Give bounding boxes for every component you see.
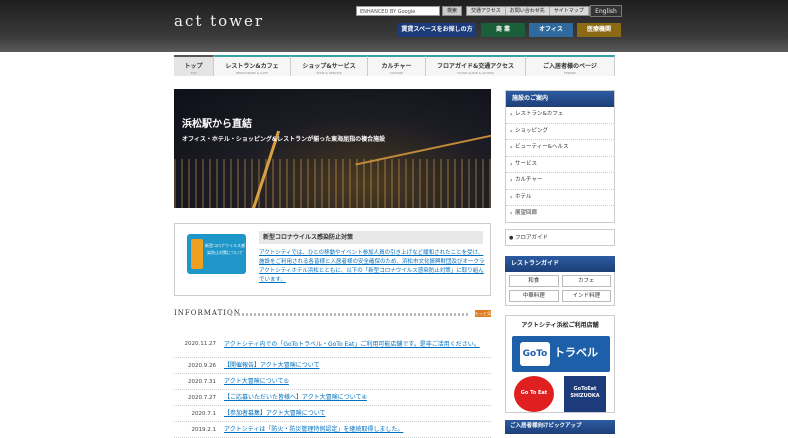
news-link[interactable]: 【参加者募集】アクト大冒険について [224, 409, 491, 418]
facility-restaurant[interactable]: レストラン&カフェ [506, 107, 614, 124]
news-date: 2020.9.26 [188, 362, 216, 369]
news-date: 2020.7.31 [188, 378, 216, 385]
facility-culture[interactable]: カルチャー [506, 173, 614, 190]
nav-label: トップ [184, 63, 203, 70]
restaurant-grid: 和食 カフェ 中華料理 インド料理 [505, 272, 615, 306]
office-button[interactable]: オフィス [529, 23, 573, 37]
restaurant-indian[interactable]: インド料理 [561, 290, 611, 302]
goto-banner[interactable]: アクトシティ浜松ご利用店舗 GoTo トラベル Go To Eat GoToEa… [505, 315, 615, 413]
nav-label: フロアガイド&交通アクセス [437, 63, 514, 70]
restaurant-heading: レストランガイド [505, 256, 615, 272]
covid-notice-title: 新型コロナウイルス感染防止対策 [259, 231, 483, 244]
hero-title: 浜松駅から直結 [182, 119, 252, 130]
main-nav: トップ TOP レストラン&カフェ RESTAURANT & CAFE ショップ… [174, 55, 615, 76]
nav-label: ショップ&サービス [302, 63, 356, 70]
commercial-button[interactable]: 商 業 [481, 23, 525, 37]
goto-heading: アクトシティ浜松ご利用店舗 [521, 322, 599, 329]
restaurant-cafe[interactable]: カフェ [561, 275, 611, 287]
site-logo[interactable]: act tower [174, 12, 264, 30]
city-lights [174, 159, 491, 208]
nav-culture[interactable]: カルチャー CULTURE [368, 55, 426, 76]
nav-top[interactable]: トップ TOP [174, 55, 214, 76]
covid-notice-image[interactable]: 新型コロナウイルス感染防止対策について [187, 234, 246, 274]
smartphone-icon [191, 239, 203, 269]
facility-observatory[interactable]: 展望回廊 [506, 206, 614, 222]
covid-notice-link[interactable]: アクトシティでは、ひとの移動やイベント参加人員の引き上げなど緩和されたことを受け… [259, 249, 485, 285]
floor-guide-link[interactable]: フロアガイド [505, 229, 615, 246]
restaurant-chinese[interactable]: 中華料理 [509, 290, 559, 302]
restaurant-guide: レストランガイド 和食 カフェ 中華料理 インド料理 [505, 256, 615, 306]
news-date: 2020.7.1 [191, 410, 217, 417]
news-row: 2020.7.1 【参加者募集】アクト大冒険について [174, 406, 491, 422]
nav-sub: SHOP & SERVICE [316, 71, 342, 75]
news-row: 2020.7.27 【ご応募いただいた皆様へ】アクト大冒険について④ [174, 390, 491, 406]
hero-subtitle: オフィス・ホテル・ショッピング&レストランが揃った東海屈指の複合施設 [182, 136, 386, 143]
news-row: 2019.2.1 アクトシティは「防火・防災管理特例認定」を継続取得しました。 [174, 422, 491, 438]
nav-label: ご入居者様のページ [543, 63, 597, 70]
nav-shop[interactable]: ショップ&サービス SHOP & SERVICE [291, 55, 368, 76]
nav-sub: FLOOR GUIDE & ACCESS [457, 71, 494, 75]
sitemap-link[interactable]: サイトマップ [550, 7, 589, 15]
nav-sub: RESTAURANT & CAFE [236, 71, 268, 75]
goto-travel-logo: GoTo トラベル [512, 336, 610, 372]
nav-label: レストラン&カフェ [225, 63, 279, 70]
facility-heading: 施設のご案内 [506, 91, 614, 107]
news-date: 2019.2.1 [191, 426, 217, 433]
facility-guide: 施設のご案内 レストラン&カフェ ショッピング ビューティー&ヘルス サービス … [505, 90, 615, 223]
news-link[interactable]: アクトシティは「防火・防災管理特例認定」を継続取得しました。 [224, 425, 491, 434]
dotted-divider [230, 313, 470, 316]
news-date: 2020.11.27 [184, 341, 217, 347]
news-link[interactable]: アクト大冒険について⑤ [224, 377, 491, 386]
facility-beauty[interactable]: ビューティー&ヘルス [506, 140, 614, 157]
header: act tower ENHANCED BY Google 検索 交通アクセス お… [0, 0, 788, 52]
access-link[interactable]: 交通アクセス [467, 7, 506, 15]
nav-sub: CULTURE [389, 71, 404, 75]
goto-eat-shizuoka-logo: GoToEat SHIZUOKA [564, 376, 606, 412]
news-link[interactable]: 【開催報告】アクト大冒険について [224, 361, 491, 370]
contact-link[interactable]: お問い合わせ先 [506, 7, 550, 15]
goto-eat-logo: Go To Eat [514, 376, 554, 412]
facility-shopping[interactable]: ショッピング [506, 124, 614, 140]
rental-space-button[interactable]: 賃貸スペースをお探しの方 [398, 23, 476, 37]
information-header: INFORMATION もっと見る [174, 309, 491, 323]
top-links: 交通アクセス お問い合わせ先 サイトマップ [466, 6, 590, 16]
more-button[interactable]: もっと見る [475, 310, 491, 323]
restaurant-japanese[interactable]: 和食 [509, 275, 559, 287]
news-row: 2020.7.31 アクト大冒険について⑤ [174, 374, 491, 390]
facility-service[interactable]: サービス [506, 157, 614, 173]
nav-label: カルチャー [381, 63, 412, 70]
news-list: 2020.11.27 アクトシティ内での「GoToトラベル・GoTo Eat」ご… [174, 331, 491, 438]
covid-image-text: 新型コロナウイルス感染防止対策について [205, 243, 245, 255]
english-button[interactable]: English [590, 5, 622, 17]
goto-travel-text: トラベル [554, 346, 598, 359]
nav-sub: TOP [190, 71, 197, 75]
hero-banner[interactable]: 浜松駅から直結 オフィス・ホテル・ショッピング&レストランが揃った東海屈指の複合… [174, 89, 491, 208]
search-input[interactable]: ENHANCED BY Google [356, 6, 440, 16]
nav-restaurant[interactable]: レストラン&カフェ RESTAURANT & CAFE [214, 55, 291, 76]
nav-sub: TENANT [563, 71, 577, 75]
news-row: 2020.11.27 アクトシティ内での「GoToトラベル・GoTo Eat」ご… [174, 331, 491, 358]
goto-logo-mark: GoTo [520, 342, 550, 366]
tenant-pickup-heading[interactable]: ご入居者様向けピックアップ [505, 420, 615, 434]
nav-floor-access[interactable]: フロアガイド&交通アクセス FLOOR GUIDE & ACCESS [426, 55, 526, 76]
search-button[interactable]: 検索 [442, 6, 462, 16]
news-link[interactable]: 【ご応募いただいた皆様へ】アクト大冒険について④ [224, 393, 491, 402]
news-link[interactable]: アクトシティ内での「GoToトラベル・GoTo Eat」ご利用可能店舗です。是非… [224, 340, 491, 349]
medical-button[interactable]: 医療機関 [577, 23, 621, 37]
news-row: 2020.9.26 【開催報告】アクト大冒険について [174, 358, 491, 374]
nav-tenant[interactable]: ご入居者様のページ TENANT [526, 55, 615, 76]
news-date: 2020.7.27 [188, 394, 216, 401]
facility-hotel[interactable]: ホテル [506, 190, 614, 206]
covid-notice: 新型コロナウイルス感染防止対策について 新型コロナウイルス感染防止対策 アクトシ… [174, 223, 491, 296]
